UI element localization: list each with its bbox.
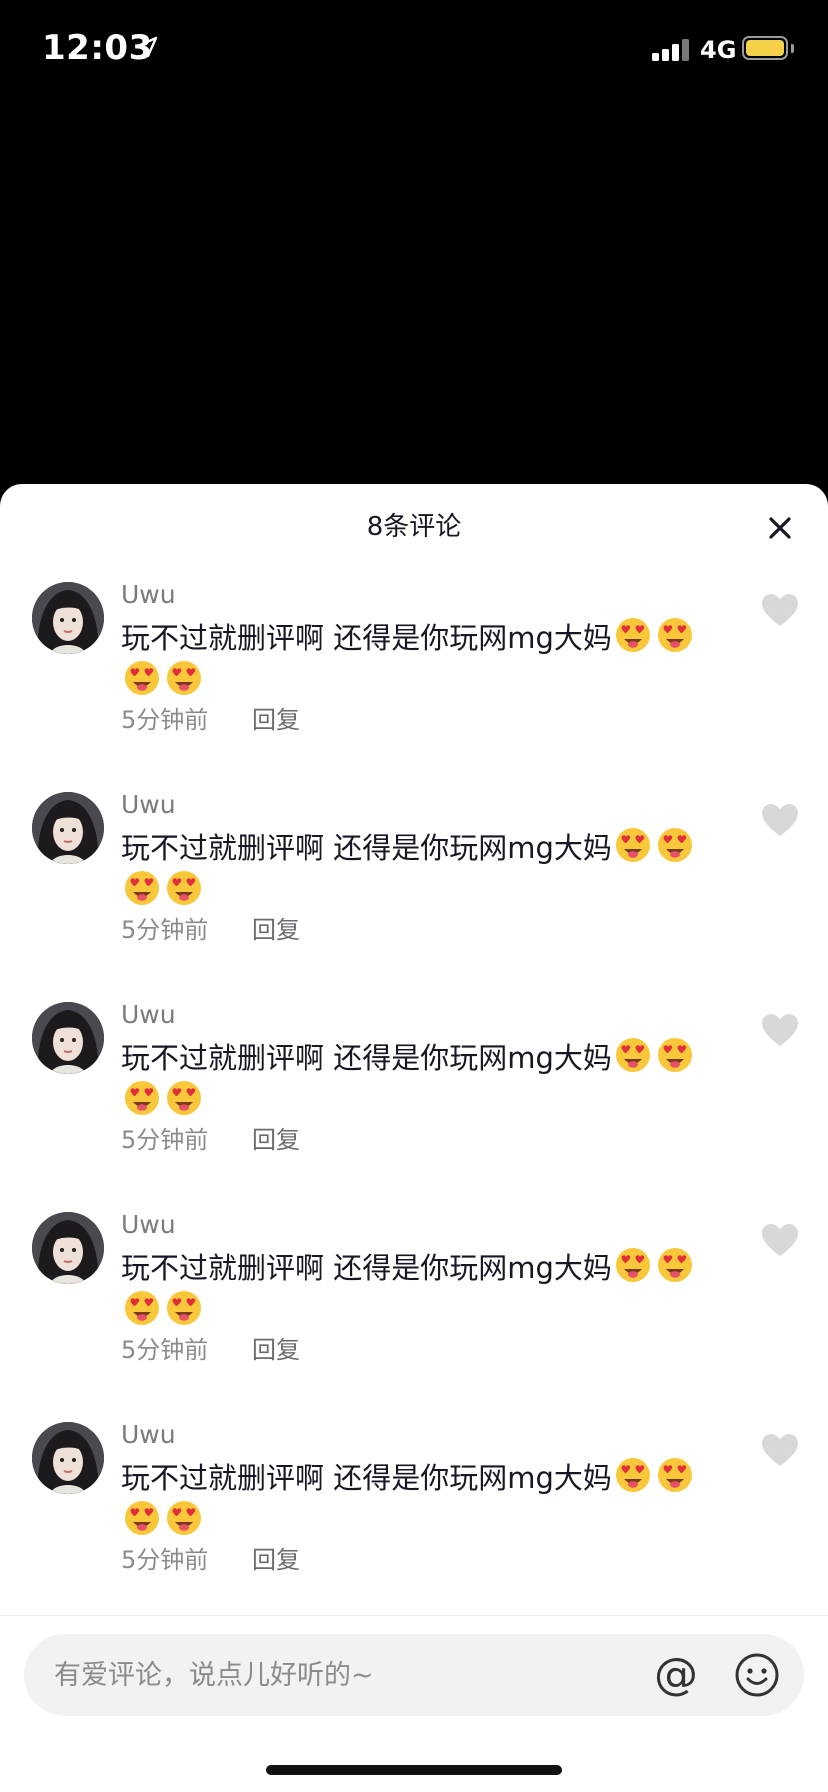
star-struck-emoji-icon bbox=[614, 826, 652, 864]
star-struck-emoji-icon bbox=[165, 659, 203, 697]
avatar[interactable] bbox=[32, 582, 104, 654]
reply-button[interactable]: 回复 bbox=[252, 700, 300, 735]
like-heart-icon[interactable] bbox=[760, 1432, 800, 1468]
star-struck-emoji-icon bbox=[123, 1079, 161, 1117]
avatar[interactable] bbox=[32, 1002, 104, 1074]
comment-timestamp: 5分钟前 bbox=[121, 1126, 209, 1154]
comment-username[interactable]: Uwu bbox=[121, 580, 176, 609]
comment-item[interactable]: Uwu 玩不过就删评啊 还得是你玩网mg大妈 5分钟前 回复 bbox=[0, 972, 828, 1182]
avatar[interactable] bbox=[32, 1212, 104, 1284]
star-struck-emoji-icon bbox=[656, 1036, 694, 1074]
star-struck-emoji-icon bbox=[614, 616, 652, 654]
signal-strength-icon bbox=[652, 37, 696, 61]
comment-username[interactable]: Uwu bbox=[121, 1000, 176, 1029]
battery-cap bbox=[791, 44, 794, 53]
comments-count-title: 8条评论 bbox=[366, 512, 462, 542]
comment-text-content: 玩不过就删评啊 还得是你玩网mg大妈 bbox=[121, 621, 612, 655]
comment-text: 玩不过就删评啊 还得是你玩网mg大妈 bbox=[121, 616, 731, 702]
comment-text: 玩不过就删评啊 还得是你玩网mg大妈 bbox=[121, 826, 731, 912]
emoji-picker-icon[interactable] bbox=[734, 1652, 780, 1698]
input-divider bbox=[0, 1615, 828, 1616]
comment-input-bar: @ bbox=[24, 1634, 804, 1716]
star-struck-emoji-icon bbox=[165, 869, 203, 907]
home-indicator bbox=[266, 1765, 562, 1775]
comment-username[interactable]: Uwu bbox=[121, 790, 176, 819]
battery-icon bbox=[742, 36, 788, 60]
comment-username[interactable]: Uwu bbox=[121, 1210, 176, 1239]
comment-text: 玩不过就删评啊 还得是你玩网mg大妈 bbox=[121, 1456, 731, 1542]
network-type: 4G bbox=[700, 36, 737, 64]
comment-item[interactable]: Uwu 玩不过就删评啊 还得是你玩网mg大妈 5分钟前 回复 bbox=[0, 1392, 828, 1602]
comment-username[interactable]: Uwu bbox=[121, 1420, 176, 1449]
mention-at-icon[interactable]: @ bbox=[654, 1646, 698, 1704]
avatar[interactable] bbox=[32, 1422, 104, 1494]
comment-timestamp: 5分钟前 bbox=[121, 916, 209, 944]
comment-text-content: 玩不过就删评啊 还得是你玩网mg大妈 bbox=[121, 1461, 612, 1495]
status-bar: 12:03 4G bbox=[0, 0, 828, 100]
like-heart-icon[interactable] bbox=[760, 592, 800, 628]
comment-input[interactable] bbox=[54, 1654, 614, 1696]
star-struck-emoji-icon bbox=[614, 1036, 652, 1074]
like-heart-icon[interactable] bbox=[760, 802, 800, 838]
star-struck-emoji-icon bbox=[614, 1456, 652, 1494]
reply-button[interactable]: 回复 bbox=[252, 1120, 300, 1155]
comment-timestamp: 5分钟前 bbox=[121, 1336, 209, 1364]
comment-text-content: 玩不过就删评啊 还得是你玩网mg大妈 bbox=[121, 1041, 612, 1075]
star-struck-emoji-icon bbox=[165, 1289, 203, 1327]
star-struck-emoji-icon bbox=[165, 1079, 203, 1117]
comment-item[interactable]: Uwu 玩不过就删评啊 还得是你玩网mg大妈 5分钟前 回复 bbox=[0, 552, 828, 762]
comment-text: 玩不过就删评啊 还得是你玩网mg大妈 bbox=[121, 1246, 731, 1332]
avatar[interactable] bbox=[32, 792, 104, 864]
star-struck-emoji-icon bbox=[656, 616, 694, 654]
comment-text-content: 玩不过就删评啊 还得是你玩网mg大妈 bbox=[121, 1251, 612, 1285]
star-struck-emoji-icon bbox=[656, 826, 694, 864]
star-struck-emoji-icon bbox=[123, 1499, 161, 1537]
like-heart-icon[interactable] bbox=[760, 1012, 800, 1048]
comments-sheet: 8条评论 Uwu 玩不过就删评啊 还得是你玩网mg大妈 5分钟前 回复 Uwu … bbox=[0, 484, 828, 1792]
comment-timestamp: 5分钟前 bbox=[121, 1546, 209, 1574]
reply-button[interactable]: 回复 bbox=[252, 910, 300, 945]
comment-text-content: 玩不过就删评啊 还得是你玩网mg大妈 bbox=[121, 831, 612, 865]
comment-item[interactable]: Uwu 玩不过就删评啊 还得是你玩网mg大妈 5分钟前 回复 bbox=[0, 762, 828, 972]
star-struck-emoji-icon bbox=[656, 1246, 694, 1284]
reply-button[interactable]: 回复 bbox=[252, 1540, 300, 1575]
comment-item[interactable]: Uwu 玩不过就删评啊 还得是你玩网mg大妈 5分钟前 回复 bbox=[0, 1182, 828, 1392]
star-struck-emoji-icon bbox=[123, 659, 161, 697]
location-arrow-icon bbox=[136, 36, 158, 58]
star-struck-emoji-icon bbox=[614, 1246, 652, 1284]
star-struck-emoji-icon bbox=[123, 869, 161, 907]
star-struck-emoji-icon bbox=[165, 1499, 203, 1537]
star-struck-emoji-icon bbox=[656, 1456, 694, 1494]
star-struck-emoji-icon bbox=[123, 1289, 161, 1327]
comment-timestamp: 5分钟前 bbox=[121, 706, 209, 734]
close-icon[interactable] bbox=[760, 508, 800, 548]
reply-button[interactable]: 回复 bbox=[252, 1330, 300, 1365]
like-heart-icon[interactable] bbox=[760, 1222, 800, 1258]
comment-text: 玩不过就删评啊 还得是你玩网mg大妈 bbox=[121, 1036, 731, 1122]
